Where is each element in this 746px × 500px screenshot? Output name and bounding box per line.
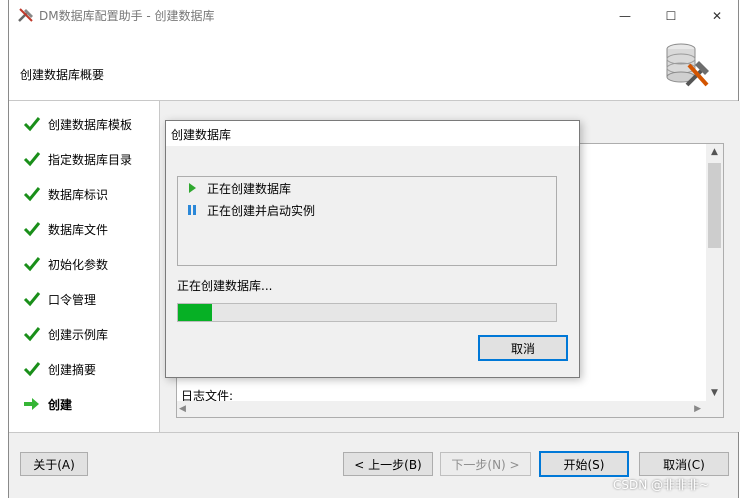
sidebar-item-files[interactable]: 数据库文件	[23, 219, 108, 239]
task-label: 正在创建数据库	[207, 181, 292, 196]
sidebar-item-create[interactable]: 创建	[23, 394, 72, 414]
check-icon	[23, 257, 41, 272]
maximize-icon: ☐	[665, 8, 677, 23]
sidebar-item-label: 创建	[48, 397, 73, 412]
sidebar-item-label: 口令管理	[48, 292, 97, 307]
check-icon	[23, 362, 41, 377]
next-button[interactable]: 下一步(N) >	[440, 452, 531, 476]
sidebar-item-label: 指定数据库目录	[48, 152, 133, 167]
check-icon	[23, 187, 41, 202]
sidebar-item-label: 数据库文件	[48, 222, 109, 237]
vertical-scrollbar[interactable]: ▲ ▼	[706, 144, 723, 402]
scroll-down-icon[interactable]: ▼	[706, 385, 723, 402]
about-button[interactable]: 关于(A)	[20, 452, 88, 476]
sidebar-item-label: 创建数据库模板	[48, 117, 133, 132]
dialog-cancel-button[interactable]: 取消	[478, 335, 568, 361]
scroll-right-icon[interactable]: ▶	[694, 401, 701, 417]
database-tools-icon	[666, 43, 709, 87]
sidebar-item-label: 数据库标识	[48, 187, 109, 202]
sidebar-item-directory[interactable]: 指定数据库目录	[23, 149, 132, 169]
scroll-up-icon[interactable]: ▲	[706, 144, 723, 161]
watermark: CSDN @非非非~	[613, 478, 710, 492]
check-icon	[23, 152, 41, 167]
progress-bar	[177, 303, 557, 322]
pause-icon	[188, 205, 196, 215]
task-label: 正在创建并启动实例	[207, 203, 316, 218]
scroll-thumb[interactable]	[708, 163, 721, 248]
close-button[interactable]: ✕	[694, 0, 740, 31]
check-icon	[23, 327, 41, 342]
step-sidebar: 创建数据库模板 指定数据库目录 数据库标识 数据库文件 初始化参数 口令管理 创…	[9, 101, 160, 432]
task-item: 正在创建并启动实例	[186, 201, 315, 219]
scroll-left-icon[interactable]: ◀	[179, 401, 186, 417]
check-icon	[23, 222, 41, 237]
check-icon	[23, 117, 41, 132]
sidebar-item-label: 初始化参数	[48, 257, 109, 272]
dialog-title-bar: 创建数据库	[166, 121, 579, 146]
task-list: 正在创建数据库 正在创建并启动实例	[177, 176, 557, 266]
minimize-icon: —	[619, 8, 631, 23]
play-icon	[189, 183, 196, 193]
status-text: 正在创建数据库...	[177, 279, 273, 293]
horizontal-scrollbar[interactable]: ◀ ▶	[177, 401, 723, 417]
sidebar-item-password[interactable]: 口令管理	[23, 289, 96, 309]
sidebar-item-template[interactable]: 创建数据库模板	[23, 114, 132, 134]
prev-button[interactable]: < 上一步(B)	[343, 452, 433, 476]
create-db-dialog: 创建数据库 正在创建数据库 正在创建并启动实例 正在创建数据库... 取消	[165, 120, 580, 378]
window-title: DM数据库配置助手 - 创建数据库	[39, 9, 215, 23]
minimize-button[interactable]: —	[602, 0, 648, 31]
sidebar-item-label: 创建示例库	[48, 327, 109, 342]
cancel-button[interactable]: 取消(C)	[639, 452, 729, 476]
page-title: 创建数据库概要	[20, 68, 105, 82]
start-button[interactable]: 开始(S)	[539, 451, 629, 477]
arrow-right-icon	[24, 398, 39, 410]
tools-icon	[18, 8, 33, 22]
maximize-button[interactable]: ☐	[648, 0, 694, 31]
task-item: 正在创建数据库	[186, 179, 291, 197]
sidebar-item-identifier[interactable]: 数据库标识	[23, 184, 108, 204]
title-bar: DM数据库配置助手 - 创建数据库 — ☐ ✕	[9, 0, 738, 31]
dialog-title: 创建数据库	[171, 128, 232, 142]
sidebar-item-sample-db[interactable]: 创建示例库	[23, 324, 108, 344]
sidebar-item-summary[interactable]: 创建摘要	[23, 359, 96, 379]
page-header: 创建数据库概要	[9, 31, 738, 101]
check-icon	[23, 292, 41, 307]
progress-fill	[178, 304, 213, 321]
close-icon: ✕	[711, 8, 723, 23]
sidebar-item-label: 创建摘要	[48, 362, 97, 377]
sidebar-item-init-params[interactable]: 初始化参数	[23, 254, 108, 274]
